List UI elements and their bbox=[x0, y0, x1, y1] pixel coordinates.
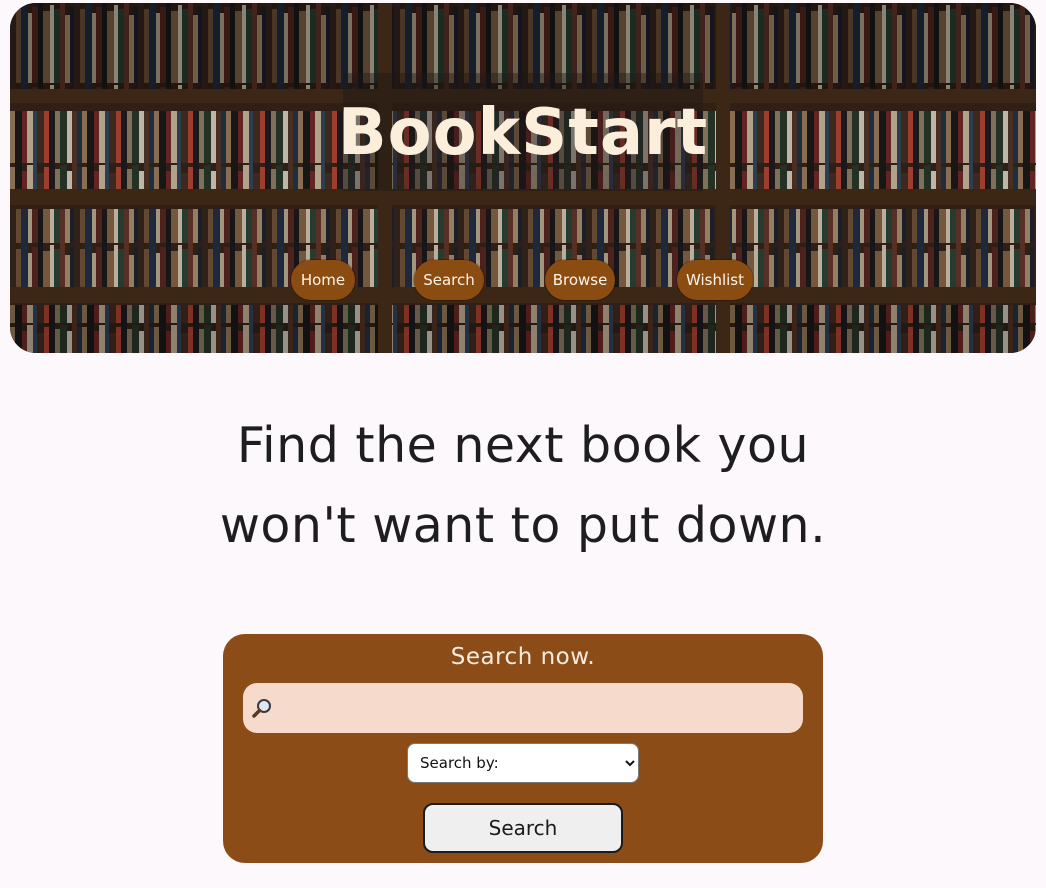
nav-browse-button[interactable]: Browse bbox=[545, 260, 615, 300]
magnifier-icon bbox=[252, 699, 271, 718]
headline-line-1: Find the next book you bbox=[236, 417, 810, 474]
search-input[interactable] bbox=[281, 691, 795, 727]
main-nav: Home Search Browse Wishlist bbox=[10, 260, 1036, 300]
nav-home-button[interactable]: Home bbox=[291, 260, 355, 300]
site-title: BookStart bbox=[337, 96, 709, 170]
search-heading: Search now. bbox=[450, 644, 596, 670]
headline-line-2: won't want to put down. bbox=[219, 497, 827, 554]
nav-search-button[interactable]: Search bbox=[414, 260, 484, 300]
hero-banner: BookStart Home Search Browse Wishlist bbox=[10, 3, 1036, 353]
nav-wishlist-button[interactable]: Wishlist bbox=[677, 260, 753, 300]
search-by-select[interactable]: Search by: bbox=[407, 743, 639, 783]
hero-headline: Find the next book you won't want to put… bbox=[0, 406, 1046, 566]
search-input-container[interactable] bbox=[243, 683, 803, 733]
search-panel: Search now. Search by: Search bbox=[223, 634, 823, 863]
search-submit-button[interactable]: Search bbox=[423, 803, 623, 853]
